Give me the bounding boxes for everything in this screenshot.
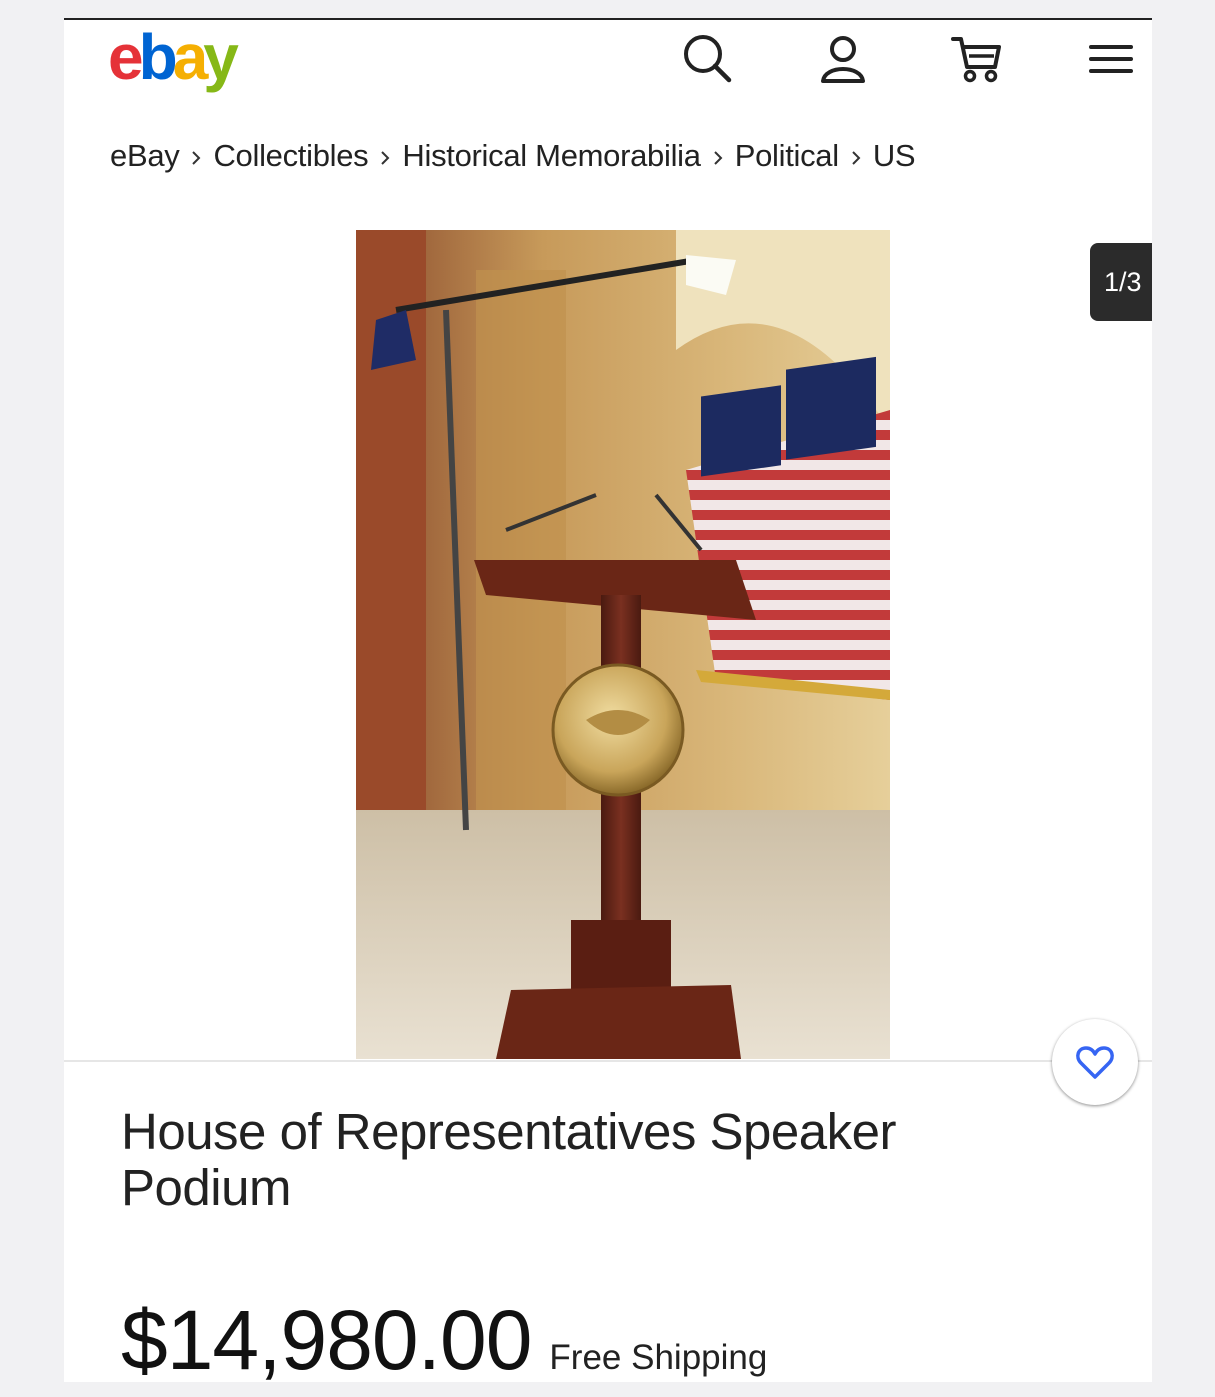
price: $14,980.00 <box>121 1293 532 1382</box>
logo-letter-b: b <box>138 21 178 93</box>
account-icon[interactable] <box>812 28 874 90</box>
cart-icon[interactable] <box>946 28 1008 90</box>
divider <box>64 1060 1152 1062</box>
logo-letter-e: e <box>108 21 144 93</box>
breadcrumb-item-historical-memorabilia[interactable]: Historical Memorabilia <box>402 138 701 174</box>
breadcrumb-item-collectibles[interactable]: Collectibles <box>213 138 368 174</box>
image-counter: 1/3 <box>1090 243 1152 321</box>
product-image[interactable] <box>356 230 890 1059</box>
listing-title: House of Representatives Speaker Podium <box>121 1103 896 1216</box>
ebay-logo[interactable]: ebay <box>108 21 239 93</box>
chevron-right-icon <box>839 141 873 172</box>
breadcrumb: eBay Collectibles Historical Memorabilia… <box>110 138 916 174</box>
breadcrumb-item-political[interactable]: Political <box>735 138 839 174</box>
breadcrumb-item-us[interactable]: US <box>873 138 916 174</box>
shipping-info: Free Shipping <box>549 1338 768 1377</box>
search-icon[interactable] <box>676 28 738 90</box>
price-row: $14,980.00 Free Shipping <box>121 1292 767 1382</box>
logo-letter-a: a <box>172 21 209 93</box>
chevron-right-icon <box>179 141 213 172</box>
chevron-right-icon <box>368 141 402 172</box>
top-header: ebay <box>64 20 1152 110</box>
logo-letter-y: y <box>203 21 239 93</box>
menu-icon[interactable] <box>1080 28 1142 90</box>
watch-button[interactable] <box>1052 1019 1138 1105</box>
heart-icon <box>1076 1046 1114 1079</box>
chevron-right-icon <box>701 141 735 172</box>
breadcrumb-item-ebay[interactable]: eBay <box>110 138 180 174</box>
listing-page: ebay eBay Collectibles Historical Memora… <box>64 18 1152 1382</box>
